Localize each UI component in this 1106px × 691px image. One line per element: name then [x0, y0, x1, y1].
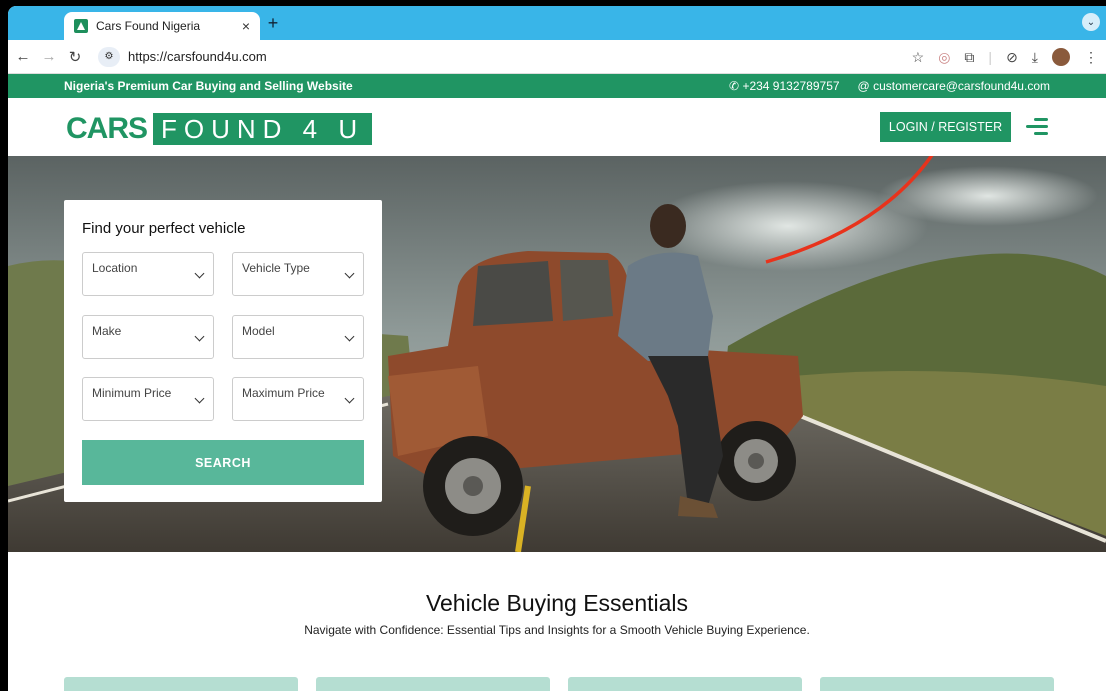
bookmark-star-icon[interactable]: ☆	[912, 49, 925, 66]
essential-card[interactable]	[820, 677, 1054, 691]
vehicle-type-select[interactable]: Vehicle Type	[232, 252, 364, 296]
search-button[interactable]: SEARCH	[82, 440, 364, 485]
site-settings-icon[interactable]: ⚙	[98, 46, 120, 67]
essential-card[interactable]	[316, 677, 550, 691]
essential-card[interactable]	[568, 677, 802, 691]
back-icon[interactable]: ←	[10, 48, 36, 65]
hero-banner: Find your perfect vehicle Location Vehic…	[8, 156, 1106, 552]
address-bar: ← → ↻ ⚙ https://carsfound4u.com ☆ ◎ ⧉ | …	[8, 40, 1106, 74]
tab-close-icon[interactable]: ×	[242, 18, 250, 34]
model-label: Model	[242, 324, 275, 338]
hamburger-menu-icon[interactable]	[1026, 116, 1048, 138]
reading-icon[interactable]: ⊘	[1006, 49, 1018, 66]
maximum-price-select[interactable]: Maximum Price	[232, 377, 364, 421]
phone-contact[interactable]: ✆ +234 9132789757	[729, 79, 840, 93]
chevron-down-icon	[344, 268, 355, 279]
chevron-down-icon	[344, 331, 355, 342]
url-field[interactable]: ⚙ https://carsfound4u.com	[98, 44, 267, 70]
chevron-down-icon	[194, 393, 205, 404]
browser-window: Cars Found Nigeria × + ⌄ ← → ↻ ⚙ https:/…	[8, 6, 1106, 691]
logo-found-text: FOUND 4 U	[153, 113, 373, 145]
location-label: Location	[92, 261, 138, 275]
forward-icon[interactable]: →	[36, 48, 62, 65]
logo-cars-text: CARS	[66, 112, 148, 145]
chevron-down-icon	[344, 393, 355, 404]
download-icon[interactable]: ⤓	[1032, 49, 1038, 66]
profile-avatar-icon[interactable]	[1052, 48, 1070, 66]
chevron-down-icon	[194, 268, 205, 279]
phone-number: +234 9132789757	[742, 79, 840, 93]
email-contact[interactable]: @ customercare@carsfound4u.com	[858, 79, 1050, 93]
site-header: CARS FOUND 4 U LOGIN / REGISTER	[8, 98, 1106, 156]
minimum-price-label: Minimum Price	[92, 386, 172, 400]
maximum-price-label: Maximum Price	[242, 386, 325, 400]
contact-info: ✆ +234 9132789757 @ customercare@carsfou…	[729, 79, 1050, 93]
vehicle-search-panel: Find your perfect vehicle Location Vehic…	[64, 200, 382, 502]
extensions-icon[interactable]: ⧉	[964, 49, 974, 66]
tab-bar: Cars Found Nigeria × + ⌄	[8, 6, 1106, 40]
phone-icon: ✆	[729, 79, 740, 93]
url-text: https://carsfound4u.com	[128, 49, 267, 64]
browser-toolbar: ☆ ◎ ⧉ | ⊘ ⤓ ⋮	[912, 48, 1098, 66]
essential-card[interactable]	[64, 677, 298, 691]
login-register-button[interactable]: LOGIN / REGISTER	[880, 112, 1011, 142]
vehicle-type-label: Vehicle Type	[242, 261, 310, 275]
site-tagline: Nigeria's Premium Car Buying and Selling…	[64, 79, 353, 93]
site-favicon-icon	[74, 19, 88, 33]
location-select[interactable]: Location	[82, 252, 214, 296]
section-title: Vehicle Buying Essentials	[425, 590, 689, 616]
make-select[interactable]: Make	[82, 315, 214, 359]
search-title: Find your perfect vehicle	[82, 220, 246, 237]
minimum-price-select[interactable]: Minimum Price	[82, 377, 214, 421]
make-label: Make	[92, 324, 122, 338]
buying-essentials-section: Vehicle Buying Essentials Navigate with …	[8, 552, 1106, 691]
browser-tab[interactable]: Cars Found Nigeria ×	[64, 12, 260, 40]
chevron-down-icon	[194, 331, 205, 342]
reload-icon[interactable]: ↻	[62, 48, 88, 66]
model-select[interactable]: Model	[232, 315, 364, 359]
site-logo[interactable]: CARS FOUND 4 U	[66, 112, 373, 145]
divider-icon: |	[988, 49, 993, 65]
tab-title: Cars Found Nigeria	[96, 19, 201, 33]
section-subtitle: Navigate with Confidence: Essential Tips…	[304, 623, 810, 637]
camera-icon[interactable]: ◎	[938, 49, 950, 66]
top-info-bar: Nigeria's Premium Car Buying and Selling…	[8, 74, 1106, 98]
tab-search-icon[interactable]: ⌄	[1082, 13, 1100, 31]
new-tab-icon[interactable]: +	[262, 13, 284, 34]
more-menu-icon[interactable]: ⋮	[1084, 49, 1098, 66]
